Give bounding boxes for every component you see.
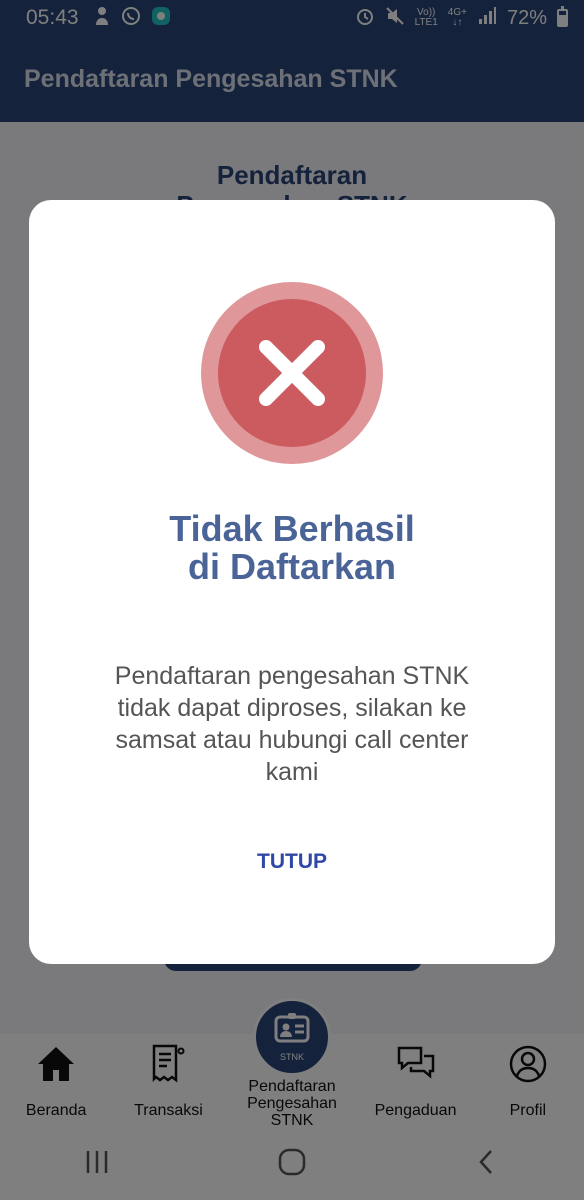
dialog-title-line: di Daftarkan xyxy=(187,546,397,587)
dialog-title-line: Tidak Berhasil xyxy=(169,508,415,549)
dialog-message-line: Pendaftaran pengesahan STNK xyxy=(114,662,470,690)
error-icon-ring xyxy=(201,282,383,464)
error-dialog: Tidak Berhasil di Daftarkan Pendaftaran … xyxy=(29,200,555,964)
error-x-icon xyxy=(218,299,366,447)
dialog-message: Pendaftaran pengesahan STNK tidak dapat … xyxy=(79,660,505,788)
dialog-title: Tidak Berhasil di Daftarkan xyxy=(29,510,555,586)
dialog-message-line: samsat atau hubungi call center xyxy=(115,726,469,754)
dialog-message-line: kami xyxy=(265,758,319,786)
close-button[interactable]: TUTUP xyxy=(217,840,367,884)
dialog-message-line: tidak dapat diproses, silakan ke xyxy=(117,694,467,722)
